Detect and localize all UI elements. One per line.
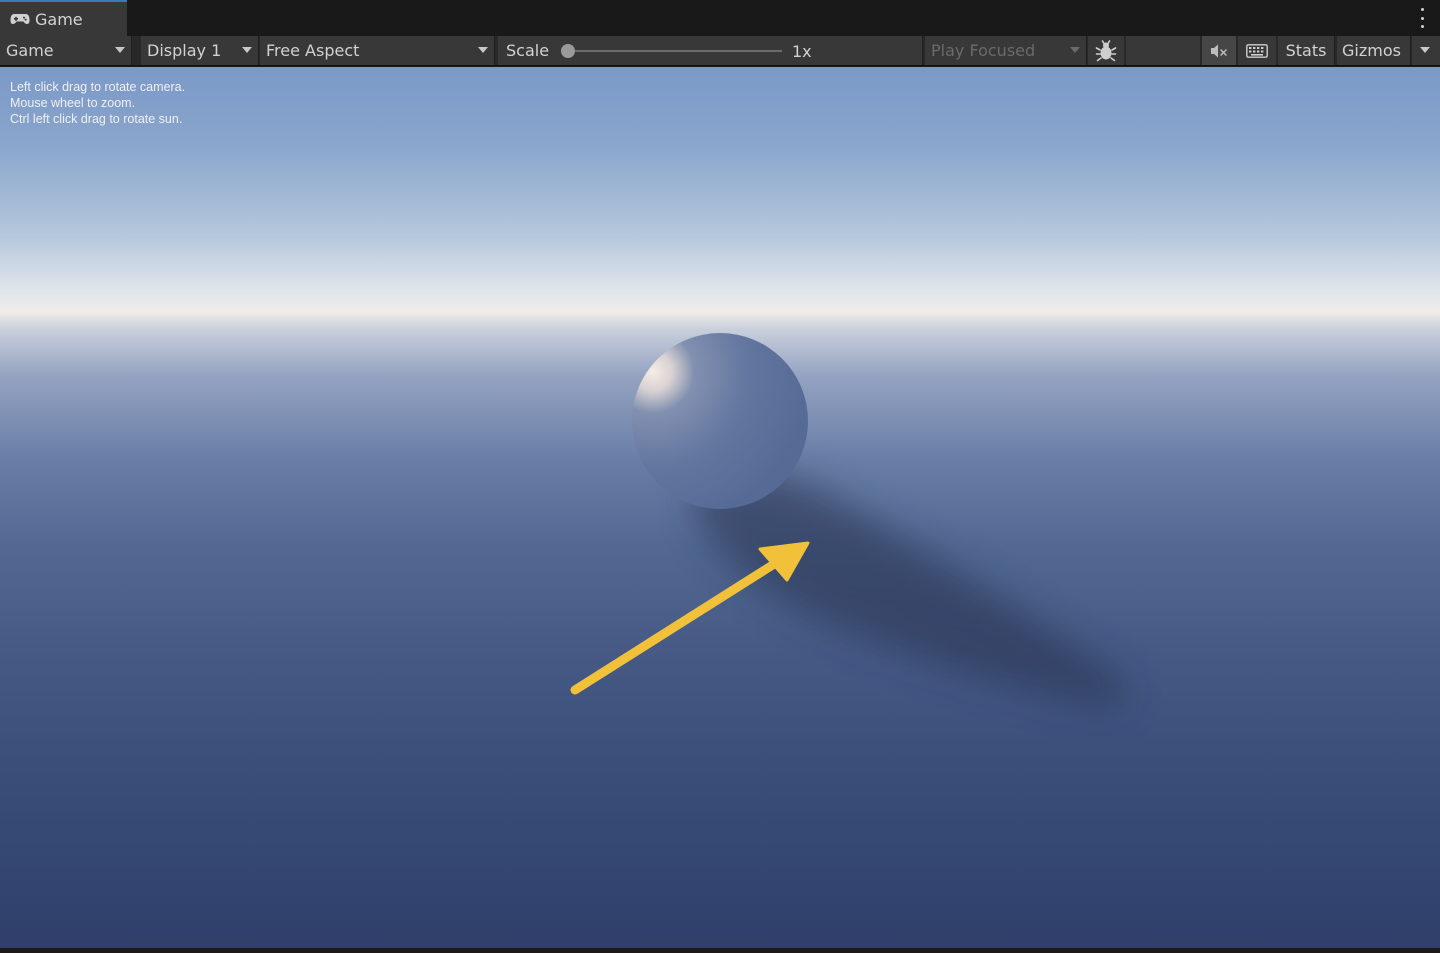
play-mode-label: Play Focused bbox=[931, 41, 1036, 60]
viewport-help-text: Left click drag to rotate camera. Mouse … bbox=[10, 79, 185, 127]
empty-toolbar-slot bbox=[1126, 36, 1200, 65]
mute-audio-button[interactable] bbox=[1202, 36, 1236, 65]
help-line: Mouse wheel to zoom. bbox=[10, 96, 136, 110]
chevron-down-icon bbox=[478, 47, 488, 53]
aspect-dropdown[interactable]: Free Aspect bbox=[260, 36, 495, 65]
chevron-down-icon bbox=[1420, 47, 1430, 53]
sphere-shadow bbox=[690, 471, 1127, 707]
keyboard-shortcuts-button[interactable] bbox=[1238, 36, 1276, 65]
keyboard-icon bbox=[1246, 43, 1268, 58]
bug-icon bbox=[1095, 39, 1117, 61]
kebab-menu-icon[interactable] bbox=[1418, 8, 1426, 28]
tab-label: Game bbox=[35, 9, 83, 29]
help-line: Left click drag to rotate camera. bbox=[10, 80, 186, 94]
play-mode-dropdown[interactable]: Play Focused bbox=[925, 36, 1087, 65]
scene-render bbox=[570, 333, 1127, 707]
tab-game[interactable]: Game bbox=[0, 0, 127, 36]
chevron-down-icon bbox=[1070, 47, 1080, 53]
gizmos-dropdown[interactable] bbox=[1412, 36, 1440, 65]
annotation-arrow bbox=[570, 541, 810, 695]
bottom-border bbox=[0, 948, 1440, 953]
view-dropdown-label: Game bbox=[6, 41, 54, 60]
scale-value: 1x bbox=[792, 42, 812, 61]
debug-button[interactable] bbox=[1088, 36, 1124, 65]
scale-slider-handle[interactable] bbox=[561, 44, 575, 58]
chevron-down-icon bbox=[115, 47, 125, 53]
speaker-muted-icon bbox=[1211, 44, 1227, 57]
game-viewport[interactable]: Left click drag to rotate camera. Mouse … bbox=[0, 67, 1440, 948]
help-line: Ctrl left click drag to rotate sun. bbox=[10, 112, 183, 126]
gamepad-icon bbox=[10, 14, 30, 24]
display-dropdown[interactable]: Display 1 bbox=[141, 36, 259, 65]
gizmos-button[interactable]: Gizmos bbox=[1337, 36, 1411, 65]
chevron-down-icon bbox=[242, 47, 252, 53]
scale-label: Scale bbox=[506, 41, 550, 60]
gizmos-label: Gizmos bbox=[1342, 41, 1401, 60]
display-dropdown-label: Display 1 bbox=[147, 41, 222, 60]
aspect-dropdown-label: Free Aspect bbox=[266, 41, 360, 60]
scale-slider-track[interactable] bbox=[568, 50, 782, 52]
game-toolbar: Game Display 1 Free Aspect Scale 1x Play… bbox=[0, 36, 1440, 66]
stats-label: Stats bbox=[1285, 41, 1327, 60]
stats-button[interactable]: Stats bbox=[1278, 36, 1335, 65]
view-dropdown[interactable]: Game bbox=[0, 36, 132, 65]
sphere bbox=[632, 333, 808, 509]
tab-bar: Game bbox=[0, 0, 1440, 36]
